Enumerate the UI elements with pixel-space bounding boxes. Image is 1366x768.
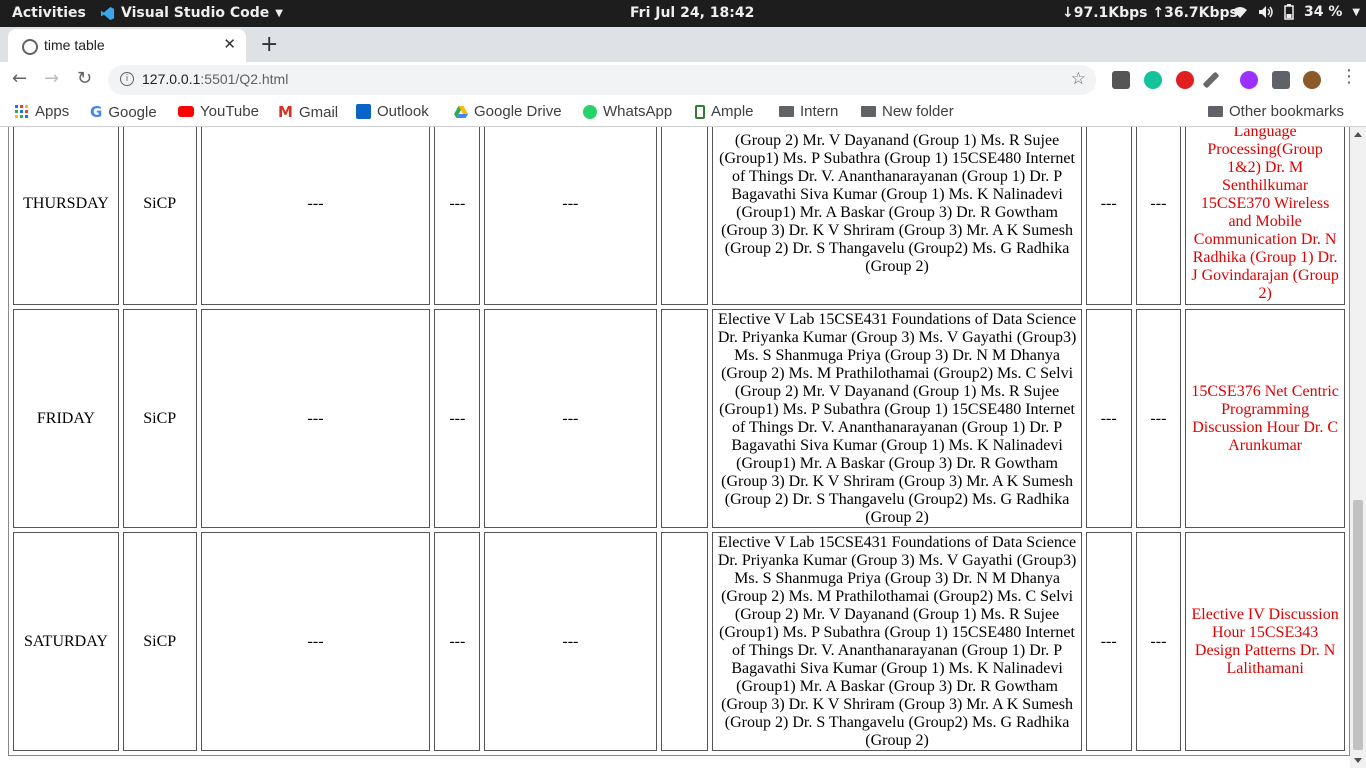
period-cell: --- [1085, 127, 1132, 305]
battery-icon [1284, 4, 1294, 20]
table-row: FRIDAY SiCP --- --- --- Elective V Lab 15CSE4… [13, 309, 1345, 528]
bookmark-youtube[interactable]: YouTube [178, 103, 259, 120]
subject-cell: SiCP [122, 127, 197, 305]
avatar[interactable] [1303, 71, 1321, 89]
tab-time-table[interactable]: time table ✕ [8, 29, 246, 62]
youtube-icon [178, 106, 194, 117]
break-cell [660, 532, 709, 751]
timetable: THURSDAY SiCP --- --- --- (Group 2) Mr. V Day… [8, 127, 1350, 756]
tab-strip: time table ✕ [0, 27, 1366, 62]
google-icon: G [90, 103, 103, 121]
network-speed: ↓97.1Kbps ↑36.7Kbps [1062, 5, 1238, 21]
browser-toolbar: ← → ↻ i 127.0.0.1:5501/Q2.html ☆ ⋮ [0, 62, 1366, 98]
scroll-up-icon[interactable] [1354, 132, 1362, 137]
battery-percent: 34 % [1304, 4, 1343, 20]
status-tray[interactable]: 34 % ▼ [1232, 4, 1360, 20]
grammarly-icon[interactable] [1144, 71, 1162, 89]
new-tab-button[interactable]: + [260, 32, 278, 57]
table-row: THURSDAY SiCP --- --- --- (Group 2) Mr. V Day… [13, 127, 1345, 305]
period-cell: --- [484, 309, 657, 528]
forward-icon[interactable]: → [44, 68, 59, 89]
period-cell: --- [200, 309, 431, 528]
discussion-cell: Elective IV Discussion Hour 15CSE343 Des… [1185, 532, 1345, 751]
google-drive-icon [454, 105, 468, 118]
bookmark-other[interactable]: Other bookmarks [1208, 103, 1344, 120]
break-cell [660, 127, 709, 305]
bookmark-google[interactable]: G Google [90, 103, 157, 121]
scrollbar-thumb[interactable] [1353, 500, 1363, 750]
period-cell: --- [1135, 127, 1182, 305]
scroll-down-icon[interactable] [1354, 758, 1362, 763]
bookmark-whatsapp[interactable]: WhatsApp [583, 103, 672, 120]
subject-cell: SiCP [122, 309, 197, 528]
app-menu[interactable]: Visual Studio Code ▼ [100, 5, 283, 21]
apps-grid-icon [15, 104, 28, 118]
chevron-down-icon: ▼ [275, 7, 283, 19]
extension-shield-icon[interactable] [1112, 71, 1130, 89]
bookmark-apps[interactable]: Apps [15, 103, 69, 120]
app-name: Visual Studio Code [121, 5, 270, 21]
vertical-scrollbar[interactable] [1350, 127, 1366, 768]
gmail-icon: M [278, 103, 293, 121]
lab-cell: Elective V Lab 15CSE431 Foundations of D… [712, 309, 1082, 528]
period-cell: --- [434, 127, 481, 305]
globe-icon [22, 39, 38, 55]
folder-icon [861, 106, 876, 117]
period-cell: --- [1135, 532, 1182, 751]
discussion-cell: 2) 15CSE358 Natural Language Processing(… [1185, 127, 1345, 305]
page-content: THURSDAY SiCP --- --- --- (Group 2) Mr. V Day… [0, 127, 1350, 768]
bookmark-outlook[interactable]: Outlook [356, 103, 429, 120]
reload-icon[interactable]: ↻ [77, 68, 92, 89]
bookmark-ample[interactable]: Ample [695, 103, 754, 120]
period-cell: --- [200, 532, 431, 751]
bookmark-google-drive[interactable]: Google Drive [454, 103, 562, 120]
volume-icon [1259, 6, 1273, 18]
table-row: SATURDAY SiCP --- --- --- Elective V Lab 15CS… [13, 532, 1345, 751]
vscode-icon [100, 6, 115, 20]
adblock-icon[interactable] [1176, 71, 1194, 89]
close-icon[interactable]: ✕ [223, 35, 236, 53]
menu-icon[interactable]: ⋮ [1340, 66, 1358, 87]
chevron-down-icon: ▼ [1352, 6, 1361, 18]
wifi-icon [1233, 7, 1247, 18]
back-icon[interactable]: ← [12, 68, 27, 89]
puzzle-icon[interactable] [1272, 71, 1290, 89]
day-cell: THURSDAY [13, 127, 119, 305]
bookmark-intern[interactable]: Intern [779, 103, 838, 120]
lab-cell: (Group 2) Mr. V Dayanand (Group 1) Ms. R… [712, 127, 1082, 305]
tab-title: time table [44, 37, 105, 53]
bookmarks-bar: Apps G Google YouTube M Gmail Outlook Go… [0, 98, 1366, 127]
period-cell: --- [484, 127, 657, 305]
outlook-icon [356, 104, 371, 119]
clock[interactable]: Fri Jul 24, 18:42 [630, 5, 754, 21]
extension-purple-icon[interactable] [1240, 71, 1258, 89]
star-icon[interactable]: ☆ [1071, 69, 1086, 89]
system-top-bar: Activities Visual Studio Code ▼ Fri Jul … [0, 0, 1366, 27]
activities-button[interactable]: Activities [12, 5, 86, 21]
folder-icon [1208, 106, 1223, 117]
period-cell: --- [1085, 532, 1132, 751]
period-cell: --- [484, 532, 657, 751]
bookmark-gmail[interactable]: M Gmail [278, 103, 338, 121]
bookmark-new-folder[interactable]: New folder [861, 103, 954, 120]
discussion-cell: 15CSE376 Net Centric Programming Discuss… [1185, 309, 1345, 528]
period-cell: --- [200, 127, 431, 305]
day-cell: SATURDAY [13, 532, 119, 751]
info-icon[interactable]: i [120, 72, 134, 86]
eyedropper-icon[interactable] [1202, 71, 1220, 89]
ample-icon [695, 104, 705, 119]
break-cell [660, 309, 709, 528]
period-cell: --- [1135, 309, 1182, 528]
period-cell: --- [434, 532, 481, 751]
period-cell: --- [1085, 309, 1132, 528]
url-text[interactable]: 127.0.0.1:5501/Q2.html [142, 71, 288, 87]
period-cell: --- [434, 309, 481, 528]
folder-icon [779, 106, 794, 117]
whatsapp-icon [583, 104, 597, 119]
day-cell: FRIDAY [13, 309, 119, 528]
lab-cell: Elective V Lab 15CSE431 Foundations of D… [712, 532, 1082, 751]
address-bar[interactable]: i 127.0.0.1:5501/Q2.html ☆ [108, 65, 1096, 95]
subject-cell: SiCP [122, 532, 197, 751]
